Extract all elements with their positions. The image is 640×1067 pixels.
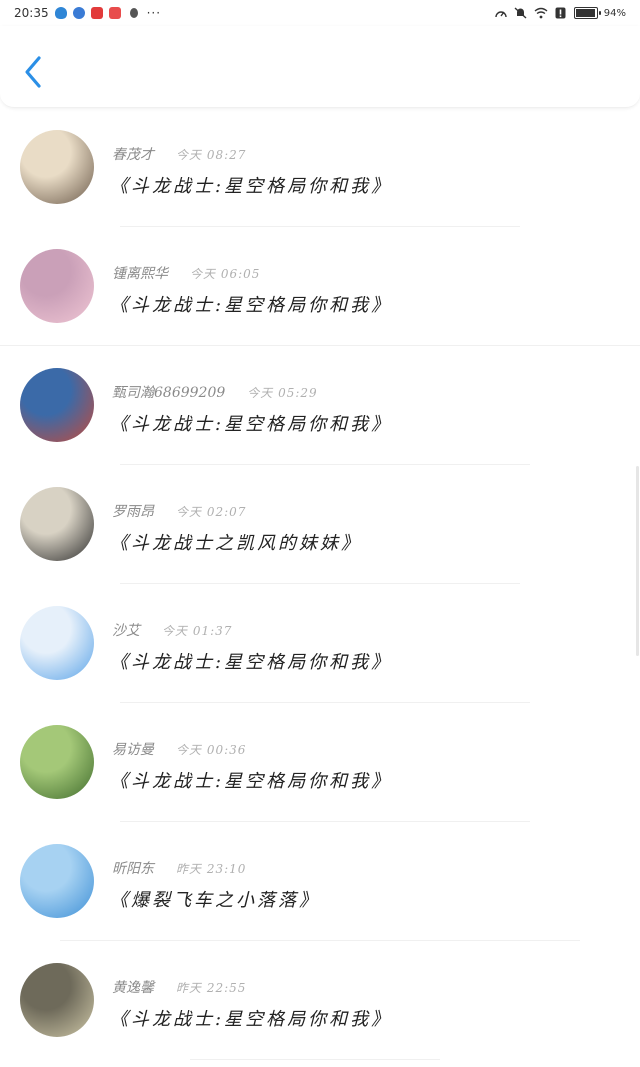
back-button[interactable] xyxy=(18,54,48,90)
book-title[interactable]: 《斗龙战士:星空格局你和我》 xyxy=(110,648,392,674)
avatar[interactable] xyxy=(20,606,94,680)
list-item[interactable]: 易访曼 今天 00:36 《斗龙战士:星空格局你和我》 xyxy=(0,703,640,822)
list-item[interactable]: 甄司瀚68699209 今天 05:29 《斗龙战士:星空格局你和我》 xyxy=(0,346,640,465)
timestamp: 今天 02:07 xyxy=(176,505,247,519)
timestamp: 今天 01:37 xyxy=(162,624,233,638)
book-title[interactable]: 《斗龙战士:星空格局你和我》 xyxy=(110,410,392,436)
timestamp: 今天 08:27 xyxy=(176,148,247,162)
list-item[interactable]: 春茂才 今天 08:27 《斗龙战士:星空格局你和我》 xyxy=(0,108,640,227)
avatar[interactable] xyxy=(20,130,94,204)
battery-level xyxy=(575,9,595,17)
list-item[interactable]: 黄逸馨 昨天 22:55 《斗龙战士:星空格局你和我》 xyxy=(0,941,640,1060)
book-title[interactable]: 《斗龙战士:星空格局你和我》 xyxy=(110,172,392,198)
user-name[interactable]: 罗雨昂 xyxy=(112,501,154,521)
comment-meta: 锺离熙华 今天 06:05 xyxy=(112,263,260,283)
status-left: 20:35 ··· xyxy=(14,6,161,20)
red-app2-icon xyxy=(108,7,121,19)
book-title[interactable]: 《斗龙战士:星空格局你和我》 xyxy=(110,291,392,317)
comment-meta: 沙艾 今天 01:37 xyxy=(112,620,232,640)
user-name[interactable]: 黄逸馨 xyxy=(112,977,154,997)
divider xyxy=(190,1059,440,1060)
mute-bell-icon xyxy=(514,7,528,19)
comment-meta: 易访曼 今天 00:36 xyxy=(112,739,246,759)
comment-meta: 甄司瀚68699209 今天 05:29 xyxy=(112,382,318,402)
qq-icon xyxy=(127,7,141,19)
book-title[interactable]: 《爆裂飞车之小落落》 xyxy=(110,886,320,912)
comment-meta: 春茂才 今天 08:27 xyxy=(112,144,246,164)
alert-icon xyxy=(554,7,568,19)
red-app-icon xyxy=(90,7,103,19)
chevron-left-icon xyxy=(25,56,41,88)
avatar[interactable] xyxy=(20,963,94,1037)
top-header xyxy=(0,26,640,108)
user-name[interactable]: 沙艾 xyxy=(112,620,140,640)
more-notifications-icon: ··· xyxy=(146,6,162,20)
timestamp: 今天 06:05 xyxy=(190,267,261,281)
comment-meta: 黄逸馨 昨天 22:55 xyxy=(112,977,246,997)
battery-percent: 94% xyxy=(603,7,626,19)
avatar[interactable] xyxy=(20,725,94,799)
comment-meta: 罗雨昂 今天 02:07 xyxy=(112,501,246,521)
book-title[interactable]: 《斗龙战士之凯风的妹妹》 xyxy=(110,529,362,555)
status-bar: 20:35 ··· 94% xyxy=(0,0,640,26)
speed-icon xyxy=(494,7,508,19)
user-name[interactable]: 昕阳东 xyxy=(112,858,154,878)
status-time: 20:35 xyxy=(14,6,49,20)
browser-app-icon xyxy=(72,7,85,19)
user-name[interactable]: 甄司瀚68699209 xyxy=(112,382,225,402)
list-item[interactable]: 昕阳东 昨天 23:10 《爆裂飞车之小落落》 xyxy=(0,822,640,941)
wifi-icon xyxy=(534,7,548,19)
user-name[interactable]: 锺离熙华 xyxy=(112,263,168,283)
book-title[interactable]: 《斗龙战士:星空格局你和我》 xyxy=(110,767,392,793)
timestamp: 昨天 22:55 xyxy=(176,981,247,995)
shield-app-icon xyxy=(54,7,67,19)
book-title[interactable]: 《斗龙战士:星空格局你和我》 xyxy=(110,1005,392,1031)
list-item[interactable]: 沙艾 今天 01:37 《斗龙战士:星空格局你和我》 xyxy=(0,584,640,703)
list-item[interactable]: 罗雨昂 今天 02:07 《斗龙战士之凯风的妹妹》 xyxy=(0,465,640,584)
user-name[interactable]: 春茂才 xyxy=(112,144,154,164)
comment-list: 春茂才 今天 08:27 《斗龙战士:星空格局你和我》 锺离熙华 今天 06:05 《斗龙… xyxy=(0,108,640,1060)
avatar[interactable] xyxy=(20,487,94,561)
avatar[interactable] xyxy=(20,844,94,918)
timestamp: 今天 05:29 xyxy=(247,386,318,400)
user-name[interactable]: 易访曼 xyxy=(112,739,154,759)
status-right: 94% xyxy=(494,7,626,19)
timestamp: 今天 00:36 xyxy=(176,743,247,757)
avatar[interactable] xyxy=(20,249,94,323)
battery-icon xyxy=(573,7,601,19)
avatar[interactable] xyxy=(20,368,94,442)
scrollbar[interactable] xyxy=(636,466,639,656)
list-item[interactable]: 锺离熙华 今天 06:05 《斗龙战士:星空格局你和我》 xyxy=(0,227,640,346)
comment-meta: 昕阳东 昨天 23:10 xyxy=(112,858,246,878)
timestamp: 昨天 23:10 xyxy=(176,862,247,876)
